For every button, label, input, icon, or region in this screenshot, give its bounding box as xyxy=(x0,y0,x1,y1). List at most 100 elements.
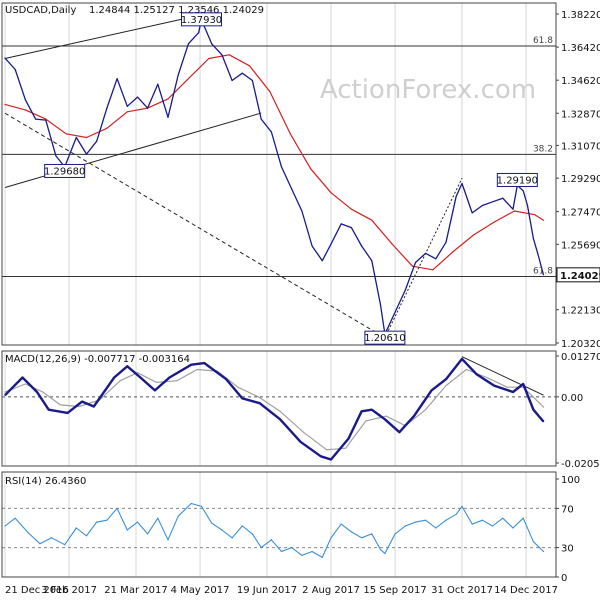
rsi-point xyxy=(106,519,108,521)
macd-title: MACD(12,26,9) -0.007717 -0.003164 xyxy=(5,354,190,365)
swing-annotation-label: 1.20610 xyxy=(364,333,405,344)
rsi-point xyxy=(200,505,203,507)
fib-level-label: 61.8 xyxy=(533,36,553,46)
rsi-point xyxy=(471,523,473,525)
rsi-point xyxy=(311,550,313,553)
rsi-point xyxy=(51,537,53,539)
macd-point xyxy=(168,376,171,379)
price-point xyxy=(379,304,382,306)
rsi-point xyxy=(221,529,223,531)
price-point xyxy=(512,208,514,210)
ma-point xyxy=(106,127,108,129)
y-tick-label: 0.00 xyxy=(561,393,583,404)
price-point xyxy=(311,245,313,247)
y-tick-label: 1.31070 xyxy=(561,141,600,152)
x-tick-label: 2 Aug 2017 xyxy=(302,585,360,596)
price-point xyxy=(85,153,88,155)
rsi-point xyxy=(532,541,535,543)
price-point xyxy=(211,43,213,45)
price-point xyxy=(157,83,159,85)
signal-point xyxy=(59,404,61,406)
y-tick-label: 70 xyxy=(561,504,574,515)
price-point xyxy=(481,204,483,207)
ma-point xyxy=(493,221,495,223)
rsi-point xyxy=(64,544,66,546)
rsi-point xyxy=(394,533,396,535)
rsi-point xyxy=(481,519,483,521)
macd-point xyxy=(347,438,350,440)
macd-point xyxy=(384,418,386,420)
rsi-point xyxy=(461,505,463,507)
y-tick-label: -0.020599 xyxy=(561,459,600,470)
y-tick-label: 100 xyxy=(561,475,580,486)
price-point xyxy=(532,238,535,240)
trendline xyxy=(384,177,463,338)
macd-point xyxy=(371,409,373,411)
macd-point xyxy=(203,362,205,364)
macd-point xyxy=(398,431,400,433)
signal-point xyxy=(257,396,259,398)
signal-point xyxy=(345,447,347,449)
price-point xyxy=(136,96,139,98)
signal-point xyxy=(506,386,508,388)
macd-point xyxy=(67,412,69,414)
price-point xyxy=(471,212,473,214)
price-point xyxy=(361,245,363,247)
signal-point xyxy=(425,409,427,411)
ma-point xyxy=(371,219,373,221)
price-point xyxy=(291,188,293,190)
fib-level-label: 61.8 xyxy=(533,266,553,276)
ma-point xyxy=(269,91,271,93)
price-point xyxy=(301,210,303,212)
price-point xyxy=(198,32,200,34)
ma-point xyxy=(350,208,352,210)
rsi-point xyxy=(361,537,363,539)
rsi-point xyxy=(340,523,342,525)
price-point xyxy=(187,43,189,45)
rsi-point xyxy=(260,547,262,549)
signal-point xyxy=(279,410,281,412)
price-point xyxy=(251,79,253,82)
rsi-point xyxy=(39,543,41,545)
rsi-point xyxy=(350,531,352,533)
price-point xyxy=(24,99,26,101)
y-tick-label: 1.32870 xyxy=(561,109,600,120)
rsi-point xyxy=(190,502,192,505)
macd-point xyxy=(522,383,524,385)
watermark-text: ActionForex.com xyxy=(320,75,536,105)
signal-point xyxy=(24,383,26,385)
trendline xyxy=(4,18,182,59)
price-point xyxy=(526,204,529,207)
x-tick-label: 19 Jun 2017 xyxy=(237,585,297,596)
price-point xyxy=(14,68,16,71)
price-point xyxy=(45,119,47,121)
symbol-label: USDCAD,Daily xyxy=(5,5,76,16)
rsi-point xyxy=(85,535,88,537)
macd-series-line xyxy=(4,357,545,461)
ma-point xyxy=(473,234,475,236)
rsi-point xyxy=(512,527,514,529)
rsi-point xyxy=(280,550,283,553)
y-tick-label: 1.29290 xyxy=(561,174,600,185)
signal-point xyxy=(196,368,198,371)
rsi-point xyxy=(371,533,373,535)
macd-point xyxy=(430,389,433,391)
macd-point xyxy=(93,405,95,408)
swing-annotation-label: 1.29190 xyxy=(497,175,538,186)
price-series-line xyxy=(4,19,545,335)
ma-point xyxy=(411,265,414,267)
macd-point xyxy=(542,421,545,423)
ma-point xyxy=(24,109,26,111)
rsi-point xyxy=(126,529,128,531)
rsi-point xyxy=(445,519,447,521)
price-point xyxy=(241,72,243,74)
ma-point xyxy=(228,54,230,56)
rsi-point xyxy=(136,521,139,523)
signal-point xyxy=(445,385,447,387)
rsi-title: RSI(14) 26.4360 xyxy=(5,476,86,487)
ma-point xyxy=(330,192,332,194)
macd-point xyxy=(139,376,141,379)
ma-point xyxy=(542,219,545,221)
ma-point xyxy=(248,65,251,67)
y-tick-label: 1.34620 xyxy=(561,76,600,87)
